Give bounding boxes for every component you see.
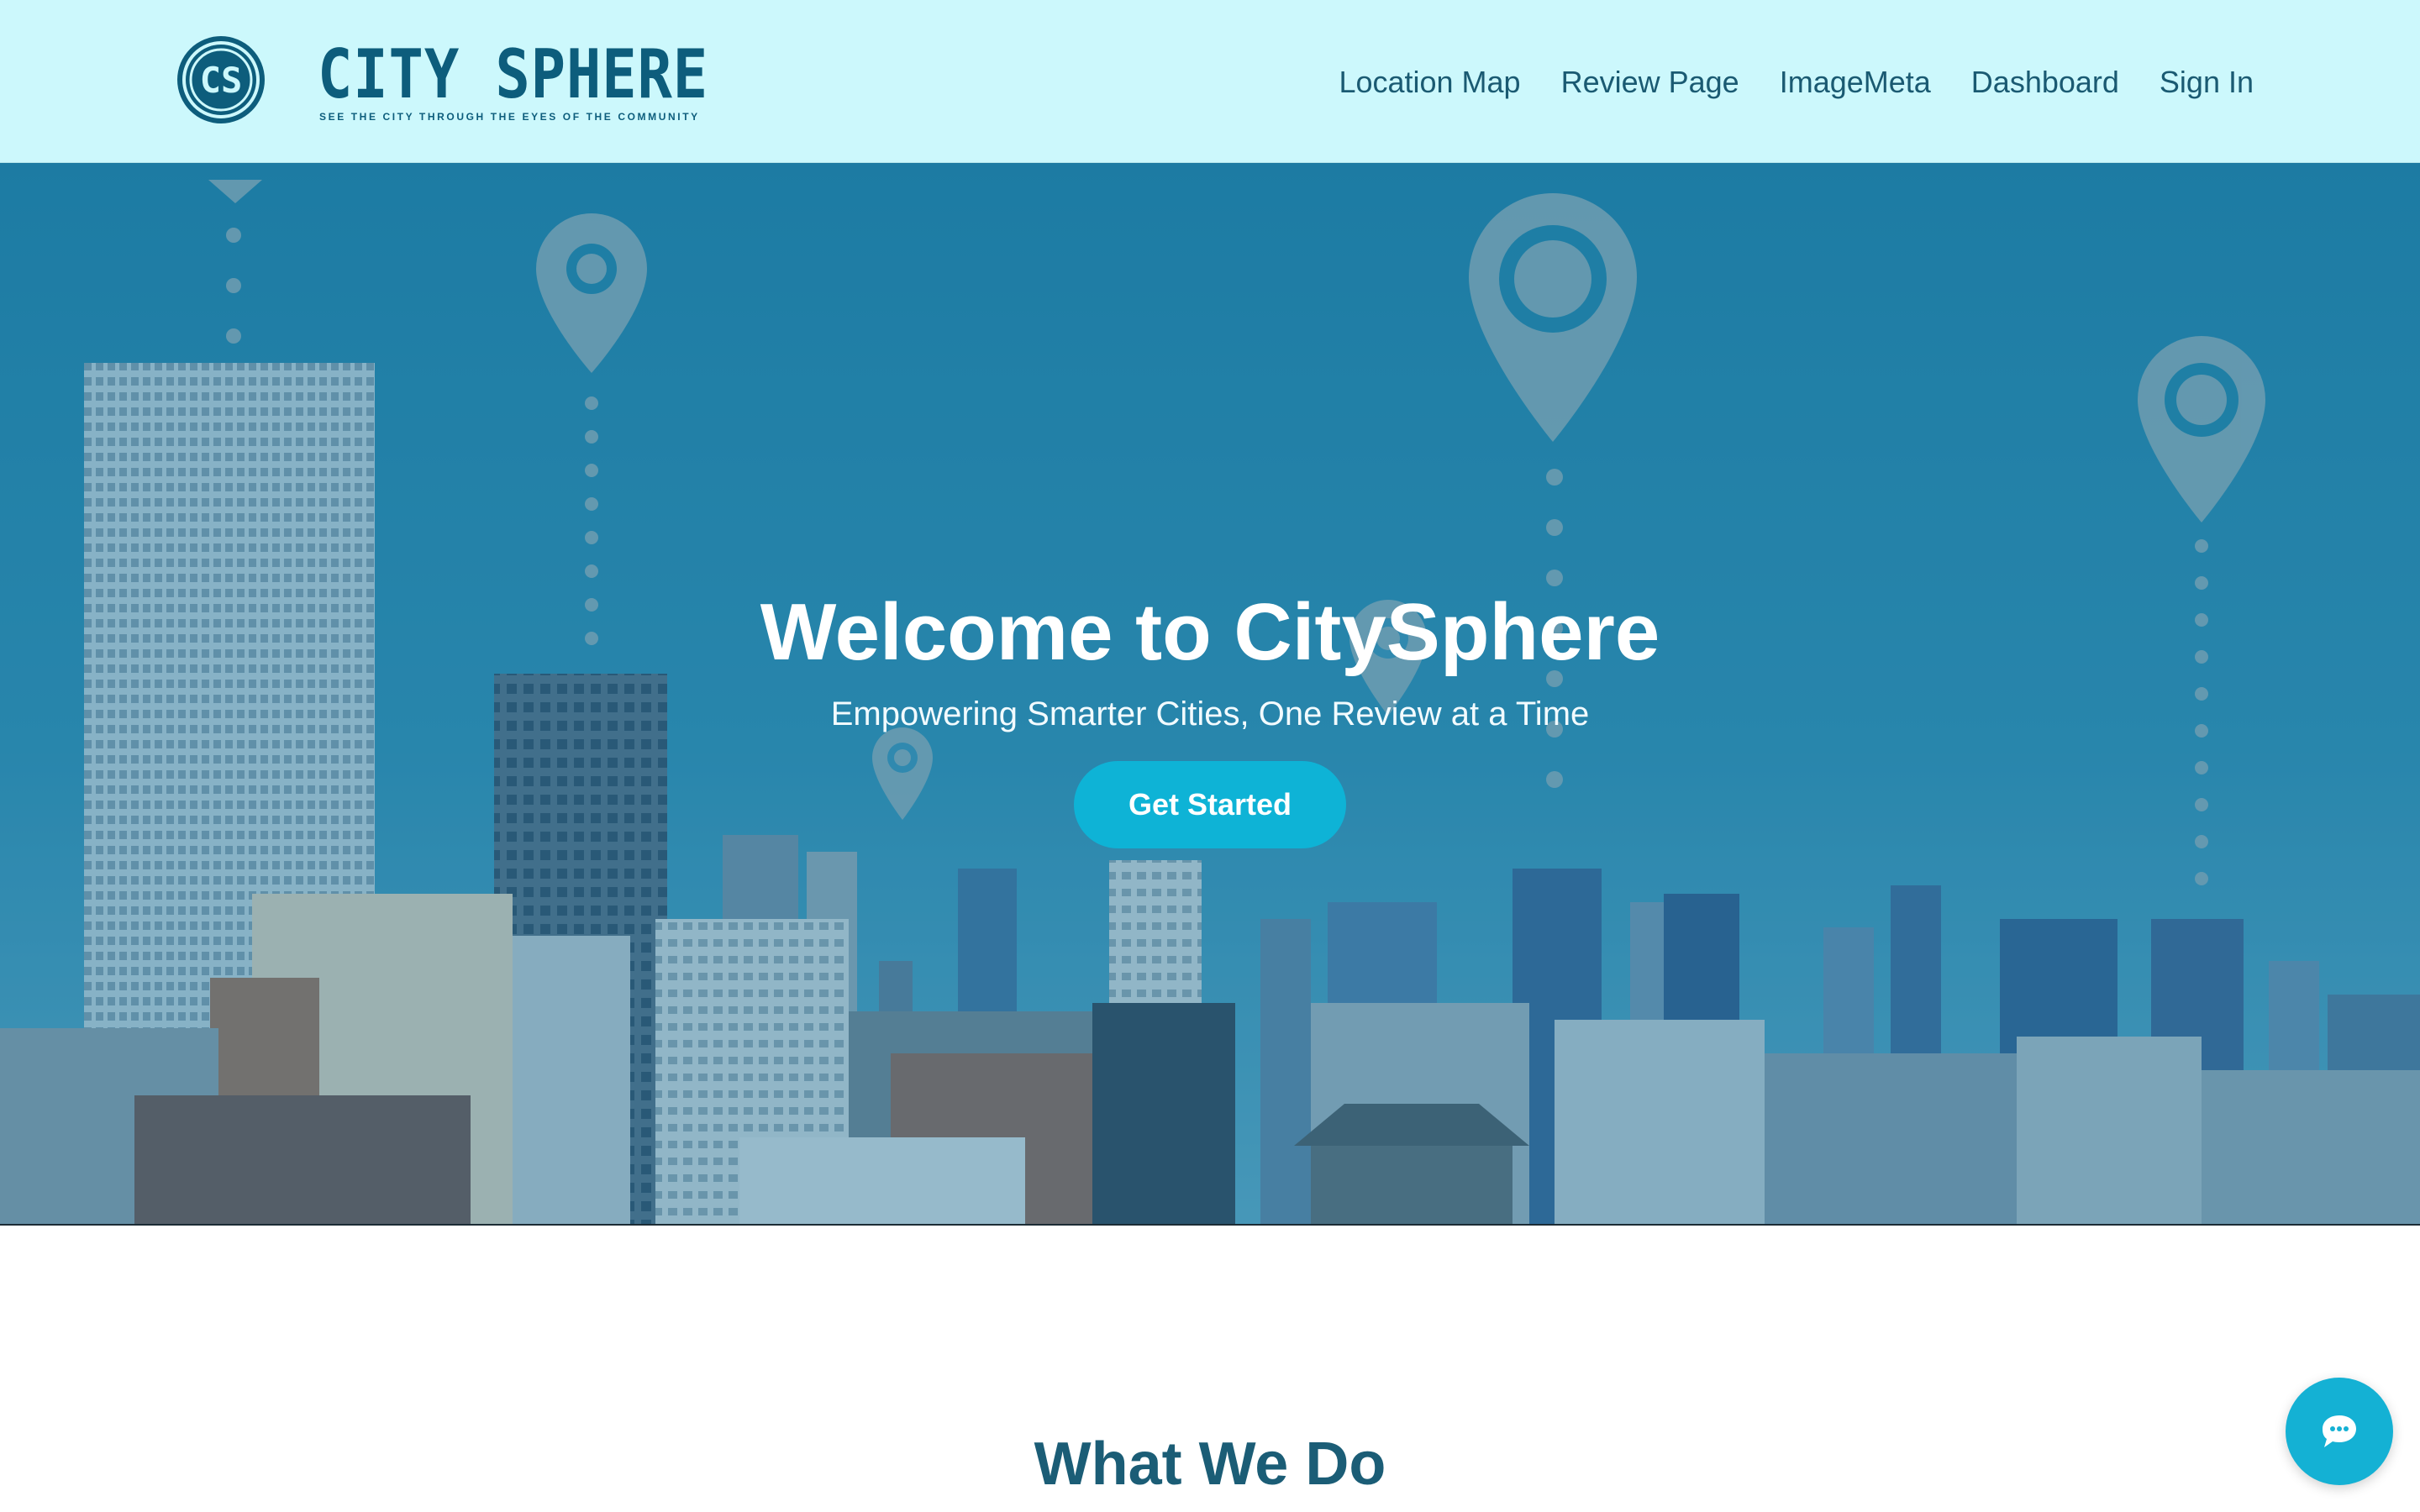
nav-review-page[interactable]: Review Page <box>1561 65 1739 100</box>
chat-bubble-icon <box>2323 1415 2356 1447</box>
nav-dashboard[interactable]: Dashboard <box>1971 65 2119 100</box>
chat-button[interactable] <box>2286 1378 2393 1485</box>
hero-title: Welcome to CitySphere <box>760 587 1660 678</box>
hero-background-image <box>0 163 2420 1224</box>
main-nav: Location Map Review Page ImageMeta Dashb… <box>1339 57 2254 108</box>
svg-text:CS: CS <box>200 60 243 101</box>
hero-subtitle: Empowering Smarter Cities, One Review at… <box>830 696 1590 732</box>
brand-name: CITY SPHERE <box>318 35 709 113</box>
get-started-button[interactable]: Get Started <box>1074 761 1346 848</box>
site-header: CS CITY SPHERE SEE THE CITY THROUGH THE … <box>0 0 2420 163</box>
nav-sign-in[interactable]: Sign In <box>2160 65 2254 100</box>
what-we-do-heading: What We Do <box>1034 1430 1386 1498</box>
citysphere-logo-icon[interactable]: CS <box>175 34 267 126</box>
nav-location-map[interactable]: Location Map <box>1339 65 1520 100</box>
hero-section: Welcome to CitySphere Empowering Smarter… <box>0 163 2420 1226</box>
nav-imagemeta[interactable]: ImageMeta <box>1780 65 1931 100</box>
brand-tagline: SEE THE CITY THROUGH THE EYES OF THE COM… <box>319 111 700 123</box>
brand-wordmark[interactable]: CITY SPHERE SEE THE CITY THROUGH THE EYE… <box>318 39 708 131</box>
